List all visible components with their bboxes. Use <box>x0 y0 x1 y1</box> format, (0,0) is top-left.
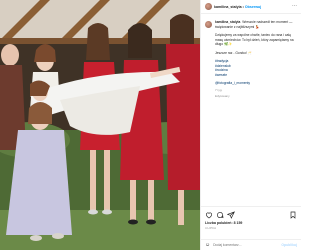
emoji-icon[interactable]: ☺ <box>205 242 210 248</box>
caption-timestamp: 7 tyg. <box>215 87 223 92</box>
username[interactable]: kamilina_stalyia <box>214 5 242 9</box>
post-photo-image <box>0 0 200 250</box>
post-sidebar: kamilina_stalyia • Obserwuj ⋯ kamilina_s… <box>200 0 301 250</box>
follow-button[interactable]: Obserwuj <box>245 5 261 9</box>
more-icon[interactable]: ⋯ <box>292 4 297 9</box>
comment-icon[interactable] <box>216 211 224 219</box>
heart-icon[interactable] <box>205 211 213 219</box>
action-icons <box>205 210 297 219</box>
caption-avatar[interactable] <box>205 21 212 28</box>
edited-label: Edytowany <box>215 94 230 98</box>
hashtag[interactable]: #wesele <box>215 73 297 78</box>
caption-line-2: Dziękujemy za wspólne chwile, taniec do … <box>215 33 294 46</box>
comment-bar: ☺ Opublikuj <box>201 239 301 250</box>
post-photo[interactable] <box>0 0 200 250</box>
header-separator: • <box>242 4 244 9</box>
post-caption: kamilina_stalyia Wreszcie nadszedł ten m… <box>205 20 297 99</box>
share-icon[interactable] <box>227 210 235 219</box>
post-header: kamilina_stalyia • Obserwuj ⋯ <box>201 0 301 14</box>
post-comment-button[interactable]: Opublikuj <box>281 243 297 247</box>
comment-input[interactable] <box>213 243 274 247</box>
hashtag-list: #tradycja #dzienslub #rodzina #wesele <box>215 59 297 77</box>
caption-line-3: Jeszcze raz - Gorzko! 🥂 <box>215 50 252 55</box>
mention-link[interactable]: @fotografia_i_momenty <box>215 81 297 86</box>
bookmark-icon[interactable] <box>289 211 297 219</box>
avatar[interactable] <box>205 3 212 10</box>
caption-body: kamilina_stalyia Wreszcie nadszedł ten m… <box>215 20 297 99</box>
like-count[interactable]: Liczba polubień: 8 159 <box>205 221 297 225</box>
post-date: 4 LIPCA <box>205 226 217 230</box>
caption-username[interactable]: kamilina_stalyia <box>215 20 240 24</box>
